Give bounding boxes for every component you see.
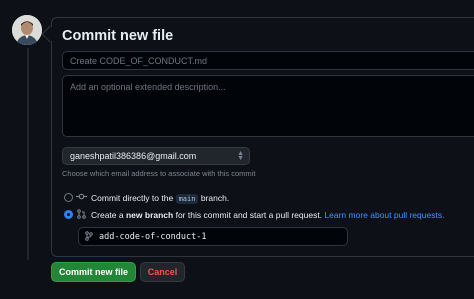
git-branch-icon bbox=[85, 231, 93, 244]
branch-name-value: add-code-of-conduct-1 bbox=[99, 232, 207, 242]
branch-name-input[interactable]: add-code-of-conduct-1 bbox=[78, 227, 348, 246]
option-direct-prefix: Commit directly to the bbox=[91, 193, 174, 203]
commit-page: Commit new file Create CODE_OF_CONDUCT.m… bbox=[0, 0, 474, 299]
commit-new-file-button[interactable]: Commit new file bbox=[51, 262, 136, 282]
email-help-text: Choose which email address to associate … bbox=[62, 169, 256, 178]
option-new-branch-suffix: for this commit and start a pull request… bbox=[175, 210, 323, 220]
option-new-branch-bold: new branch bbox=[125, 210, 174, 220]
main-branch-chip: main bbox=[175, 194, 199, 204]
git-pull-request-icon bbox=[77, 209, 86, 221]
radio-new-branch[interactable] bbox=[64, 210, 73, 219]
commit-description-placeholder: Add an optional extended description... bbox=[70, 82, 226, 92]
author-email-select[interactable]: ganeshpatil386386@gmail.com ▲ ▼ bbox=[62, 147, 250, 165]
radio-commit-directly[interactable] bbox=[64, 193, 73, 202]
option-commit-directly-label: Commit directly to the main branch. bbox=[91, 193, 230, 204]
cancel-button[interactable]: Cancel bbox=[140, 262, 185, 282]
git-commit-icon bbox=[76, 192, 87, 203]
commit-description-input[interactable]: Add an optional extended description... bbox=[62, 75, 474, 137]
option-new-branch-prefix: Create a bbox=[91, 210, 124, 220]
select-chevron-icon: ▲ ▼ bbox=[237, 150, 244, 162]
option-direct-suffix: branch. bbox=[200, 193, 230, 203]
commit-summary-placeholder: Create CODE_OF_CONDUCT.md bbox=[70, 56, 208, 66]
learn-more-pull-requests-link[interactable]: Learn more about pull requests. bbox=[324, 210, 444, 220]
timeline-line bbox=[27, 48, 29, 260]
commit-form-title: Commit new file bbox=[62, 28, 174, 44]
user-avatar[interactable] bbox=[12, 15, 42, 45]
commit-summary-input[interactable]: Create CODE_OF_CONDUCT.md bbox=[62, 51, 474, 70]
option-new-branch-label: Create a new branch for this commit and … bbox=[91, 210, 444, 220]
author-email-value: ganeshpatil386386@gmail.com bbox=[70, 151, 197, 161]
